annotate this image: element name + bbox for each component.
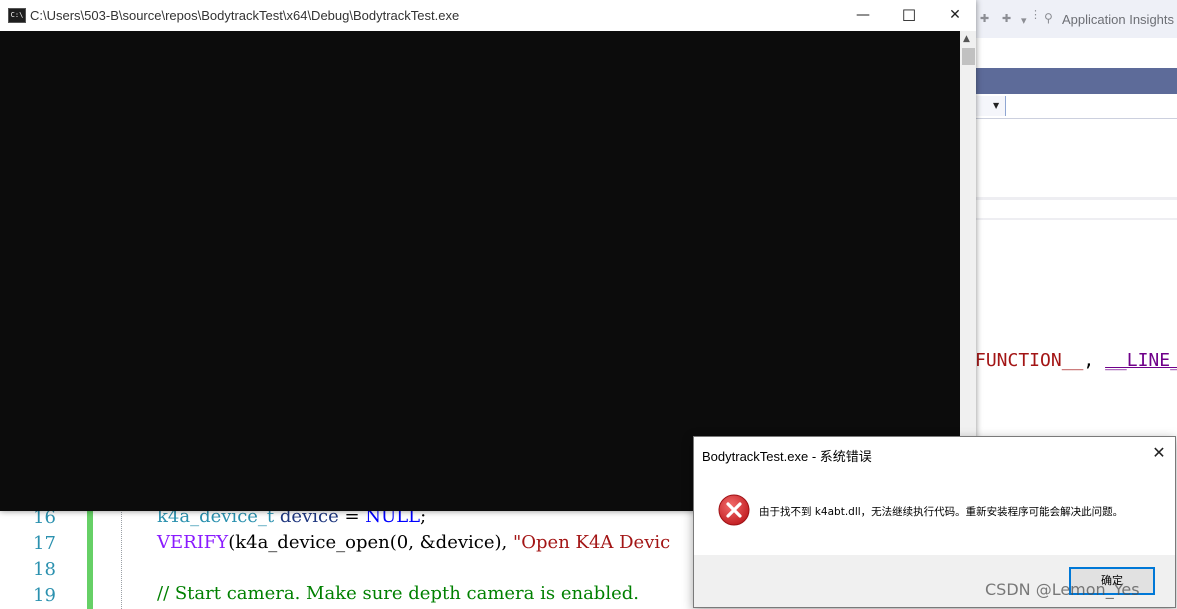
comma-text: , bbox=[1083, 350, 1095, 371]
watermark: CSDN @Lemon_Yes bbox=[985, 580, 1140, 599]
pin-icon[interactable]: ✚ bbox=[980, 12, 989, 25]
chevron-up-icon[interactable]: ▲ bbox=[963, 34, 970, 44]
dialog-message: 由于找不到 k4abt.dll，无法继续执行代码。重新安装程序可能会解决此问题。 bbox=[759, 506, 1124, 518]
console-icon[interactable]: C:\ bbox=[8, 8, 26, 23]
change-marker bbox=[87, 508, 93, 609]
lightbulb-icon: ⚲ bbox=[1044, 11, 1053, 25]
console-titlebar[interactable]: C:\ C:\Users\503-B\source\repos\Bodytrac… bbox=[0, 0, 976, 31]
close-button[interactable]: ✕ bbox=[932, 0, 978, 31]
code-line: VERIFY(k4a_device_open(0, &device), "Ope… bbox=[157, 532, 670, 557]
code-line: // Start camera. Make sure depth camera … bbox=[157, 583, 639, 608]
code-fragment: FUNCTION__, __LINE__ bbox=[975, 350, 1177, 371]
application-insights-button[interactable]: Application Insights bbox=[1062, 12, 1174, 27]
string-token: "Open K4A Devic bbox=[512, 532, 671, 553]
verify-macro-token: VERIFY bbox=[157, 532, 229, 553]
error-icon bbox=[718, 494, 750, 526]
dialog-title: BodytrackTest.exe - 系统错误 bbox=[702, 449, 872, 464]
dialog-close-button[interactable]: ✕ bbox=[1147, 441, 1171, 465]
line-macro-text: __LINE__ bbox=[1105, 350, 1177, 371]
line-number: 19 bbox=[33, 585, 56, 606]
pin-icon[interactable]: ✚ bbox=[1002, 12, 1011, 25]
minimize-button[interactable]: — bbox=[840, 0, 886, 31]
function-macro-text: FUNCTION__ bbox=[975, 350, 1084, 371]
line-number: 18 bbox=[33, 559, 56, 580]
maximize-button[interactable]: ☐ bbox=[886, 0, 932, 31]
vs-tab-bar bbox=[975, 68, 1177, 94]
chevron-down-icon[interactable]: ▼ bbox=[993, 101, 999, 110]
scrollbar-thumb[interactable] bbox=[962, 48, 975, 65]
scope-dropdown[interactable] bbox=[975, 96, 1006, 116]
divider bbox=[975, 197, 1177, 200]
console-title: C:\Users\503-B\source\repos\BodytrackTes… bbox=[30, 8, 460, 23]
call-token: (k4a_device_open(0, &device), bbox=[228, 532, 513, 553]
grip-icon: ⋮ bbox=[1030, 8, 1041, 21]
indent-guide bbox=[121, 508, 122, 609]
dropdown-icon[interactable]: ▾ bbox=[1021, 14, 1027, 27]
divider bbox=[975, 218, 1177, 220]
vs-panel bbox=[975, 119, 1177, 197]
line-number: 17 bbox=[33, 533, 56, 554]
comment-token: // Start camera. Make sure depth camera … bbox=[157, 583, 639, 604]
console-window: C:\ C:\Users\503-B\source\repos\Bodytrac… bbox=[0, 0, 976, 511]
